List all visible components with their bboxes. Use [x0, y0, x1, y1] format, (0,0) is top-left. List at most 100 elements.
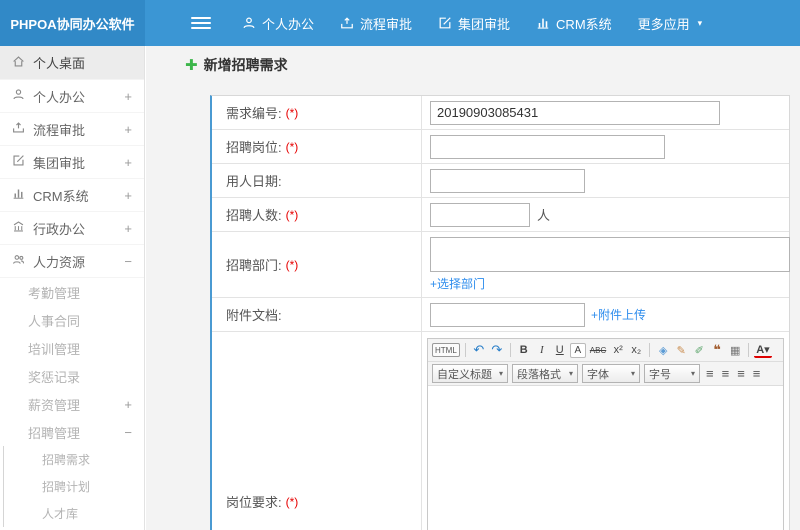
- position-input[interactable]: [430, 134, 665, 159]
- sidebar-item-attendance[interactable]: 考勤管理: [0, 278, 144, 306]
- code-input[interactable]: [430, 100, 720, 125]
- sidebar-item-recruit-demand[interactable]: 招聘需求: [4, 446, 144, 473]
- html-source-button[interactable]: HTML: [432, 343, 460, 357]
- label-text: 岗位要求:: [226, 495, 282, 510]
- sidebar-item-rewards[interactable]: 奖惩记录: [0, 362, 144, 390]
- sidebar-item-group-approval[interactable]: 集团审批 +: [0, 146, 144, 179]
- nav-personal-office[interactable]: 个人办公: [229, 0, 327, 46]
- sidebar-item-label: 考勤管理: [28, 285, 81, 301]
- dropdown-label: 段落格式: [517, 368, 561, 381]
- select-department-link[interactable]: +选择部门: [430, 275, 485, 292]
- field-label: 附件文档:: [212, 298, 422, 331]
- sidebar-item-label: 个人桌面: [33, 56, 86, 71]
- sidebar-item-label: 个人办公: [33, 89, 86, 105]
- hamburger-menu-icon[interactable]: [191, 17, 211, 29]
- sidebar-item-workflow-approval[interactable]: 流程审批 +: [0, 113, 144, 146]
- sidebar-item-crm[interactable]: CRM系统 +: [0, 179, 144, 212]
- edit-pencil-icon: [12, 154, 25, 170]
- sidebar-item-admin-office[interactable]: 行政办公 +: [0, 212, 144, 245]
- collapse-icon[interactable]: −: [124, 425, 132, 440]
- attachment-upload-link[interactable]: +附件上传: [591, 306, 646, 323]
- field-label: 用人日期:: [212, 164, 422, 197]
- custom-title-dropdown[interactable]: 自定义标题 ▾: [432, 364, 508, 383]
- required-mark: (*): [285, 257, 299, 272]
- nav-label: 更多应用: [637, 16, 690, 32]
- required-mark: (*): [285, 494, 299, 509]
- align-left-button[interactable]: ≡: [706, 366, 714, 381]
- sidebar-item-hr-contract[interactable]: 人事合同: [0, 306, 144, 334]
- sidebar-item-talent-pool[interactable]: 人才库: [4, 500, 144, 527]
- italic-button[interactable]: I: [534, 341, 550, 359]
- sidebar-item-training[interactable]: 培训管理: [0, 334, 144, 362]
- subscript-button[interactable]: x₂: [628, 341, 644, 359]
- dropdown-label: 自定义标题: [437, 368, 492, 381]
- sidebar-item-label: 流程审批: [33, 122, 86, 138]
- sidebar-item-salary[interactable]: 薪资管理 +: [0, 390, 144, 418]
- font-size-dropdown[interactable]: 字号 ▾: [644, 364, 700, 383]
- bar-chart-icon: [536, 16, 550, 30]
- page-title: ✚ 新增招聘需求: [185, 55, 288, 75]
- date-input[interactable]: [430, 168, 585, 193]
- label-text: 附件文档:: [226, 308, 282, 323]
- strikethrough-button[interactable]: ABC: [588, 341, 608, 359]
- expand-icon[interactable]: +: [124, 221, 132, 236]
- expand-icon[interactable]: +: [124, 89, 132, 104]
- bold-button[interactable]: B: [516, 341, 532, 359]
- align-justify-button[interactable]: ≡: [753, 366, 761, 381]
- sidebar-hr-submenu: 考勤管理 人事合同 培训管理 奖惩记录 薪资管理 + 招聘管理 − 招聘需求 招…: [0, 278, 144, 527]
- nav-crm-system[interactable]: CRM系统: [523, 0, 625, 46]
- form-row-code: 需求编号: (*): [212, 96, 789, 130]
- chevron-down-icon: ▾: [568, 369, 573, 378]
- expand-icon[interactable]: +: [124, 122, 132, 137]
- expand-icon[interactable]: +: [124, 397, 132, 412]
- blockquote-button[interactable]: ❝: [709, 341, 725, 359]
- superscript-button[interactable]: x²: [610, 341, 626, 359]
- form-row-attachment: 附件文档: +附件上传: [212, 298, 789, 332]
- app-logo[interactable]: PHPOA协同办公软件: [0, 0, 145, 46]
- attachment-input[interactable]: [430, 302, 585, 327]
- paragraph-format-dropdown[interactable]: 段落格式 ▾: [512, 364, 578, 383]
- sidebar-item-label: CRM系统: [33, 188, 89, 204]
- form-row-requirement: 岗位要求: (*) HTML ↶ ↷ B I U A ABC x² x₂ ◈ ✎…: [212, 332, 789, 530]
- format-brush-button[interactable]: ✎: [673, 341, 689, 359]
- table-button[interactable]: ▦: [727, 341, 743, 359]
- expand-icon[interactable]: +: [124, 155, 132, 170]
- field-label: 岗位要求: (*): [212, 332, 422, 530]
- sidebar-item-recruit-plan[interactable]: 招聘计划: [4, 473, 144, 500]
- underline-button[interactable]: U: [552, 341, 568, 359]
- nav-more-apps[interactable]: 更多应用 ▾: [625, 0, 716, 46]
- bar-chart-icon: [12, 187, 25, 203]
- editor-content-area[interactable]: [428, 386, 783, 530]
- font-color-button[interactable]: A▾: [754, 343, 772, 358]
- required-mark: (*): [285, 207, 299, 222]
- toolbar-separator: [748, 343, 750, 357]
- expand-icon[interactable]: +: [124, 188, 132, 203]
- chevron-down-icon: ▾: [498, 369, 503, 378]
- toolbar-separator: [509, 343, 511, 357]
- count-unit: 人: [537, 208, 551, 223]
- sidebar-item-desktop[interactable]: 个人桌面: [0, 46, 144, 80]
- eraser-button[interactable]: ◈: [655, 341, 671, 359]
- label-text: 招聘部门:: [226, 258, 282, 273]
- align-center-button[interactable]: ≡: [722, 366, 730, 381]
- undo-button[interactable]: ↶: [471, 341, 487, 359]
- sidebar-item-hr[interactable]: 人力资源 −: [0, 245, 144, 278]
- collapse-icon[interactable]: −: [124, 254, 132, 269]
- sidebar-item-label: 招聘需求: [42, 453, 91, 467]
- main-content: ✚ 新增招聘需求 需求编号: (*) 招聘岗位: (*): [146, 46, 800, 530]
- highlight-button[interactable]: ✐: [691, 341, 707, 359]
- redo-button[interactable]: ↷: [489, 341, 505, 359]
- chevron-down-icon: ▾: [690, 369, 695, 378]
- required-mark: (*): [285, 105, 299, 120]
- sidebar-item-personal-office[interactable]: 个人办公 +: [0, 80, 144, 113]
- font-family-dropdown[interactable]: 字体 ▾: [582, 364, 640, 383]
- nav-workflow-approval[interactable]: 流程审批: [327, 0, 425, 46]
- person-icon: [242, 16, 256, 30]
- label-text: 用人日期:: [226, 174, 282, 189]
- font-style-button[interactable]: A: [569, 342, 586, 358]
- department-textarea[interactable]: [430, 237, 790, 272]
- count-input[interactable]: [430, 202, 530, 227]
- nav-group-approval[interactable]: 集团审批: [425, 0, 523, 46]
- align-right-button[interactable]: ≡: [737, 366, 745, 381]
- sidebar-item-recruit-mgmt[interactable]: 招聘管理 −: [0, 418, 144, 446]
